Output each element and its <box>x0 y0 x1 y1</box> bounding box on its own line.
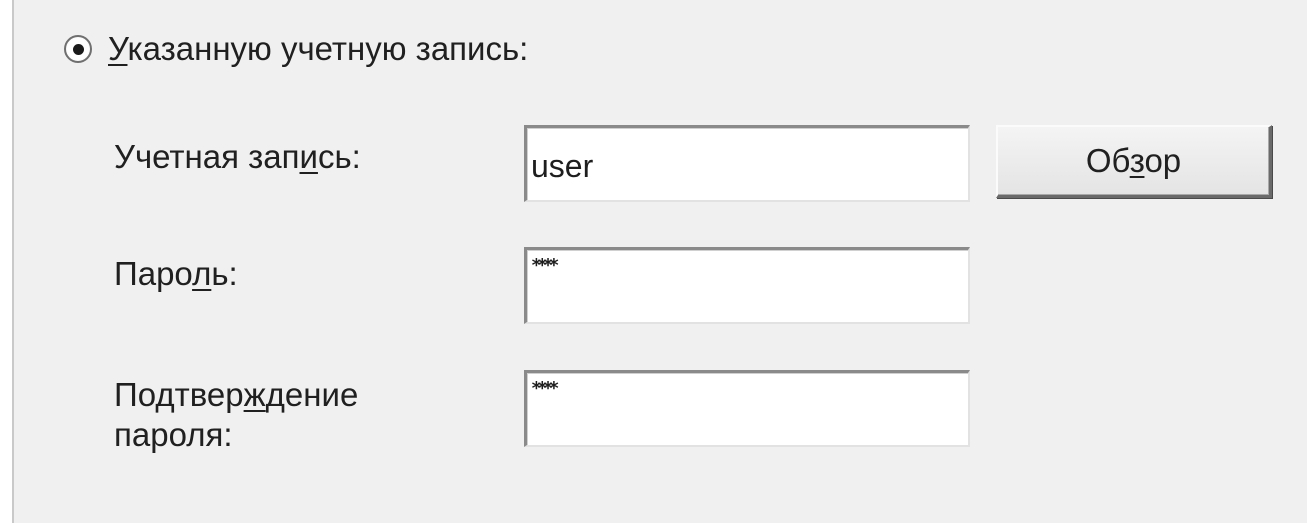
confirm-password-input-value: **** <box>531 378 559 399</box>
password-input-value: **** <box>531 255 559 276</box>
mnemonic-underline: и <box>299 138 318 175</box>
specified-account-radio-option[interactable]: Указанную учетную запись: <box>64 30 528 68</box>
confirm-password-label: Подтверждение пароля: <box>114 376 359 453</box>
confirm-password-input[interactable]: **** <box>524 370 970 447</box>
mnemonic-underline: л <box>192 255 212 292</box>
account-input-value: user <box>531 148 594 184</box>
password-input[interactable]: **** <box>524 247 970 324</box>
account-input[interactable]: user <box>524 125 970 202</box>
specified-account-radio-label: Указанную учетную запись: <box>108 30 529 67</box>
account-label: Учетная запись: <box>114 138 361 175</box>
mnemonic-underline: ж <box>243 376 266 413</box>
radio-selected-dot <box>72 43 84 55</box>
account-settings-panel: Указанную учетную запись: Учетная запись… <box>12 0 1307 523</box>
mnemonic-underline: У <box>108 30 128 67</box>
specified-account-radio-button[interactable] <box>64 35 92 63</box>
mnemonic-underline: з <box>1129 142 1145 179</box>
password-label: Пароль: <box>114 255 238 292</box>
browse-button[interactable]: Обзор <box>996 125 1272 198</box>
browse-button-label: Обзор <box>1085 142 1182 179</box>
